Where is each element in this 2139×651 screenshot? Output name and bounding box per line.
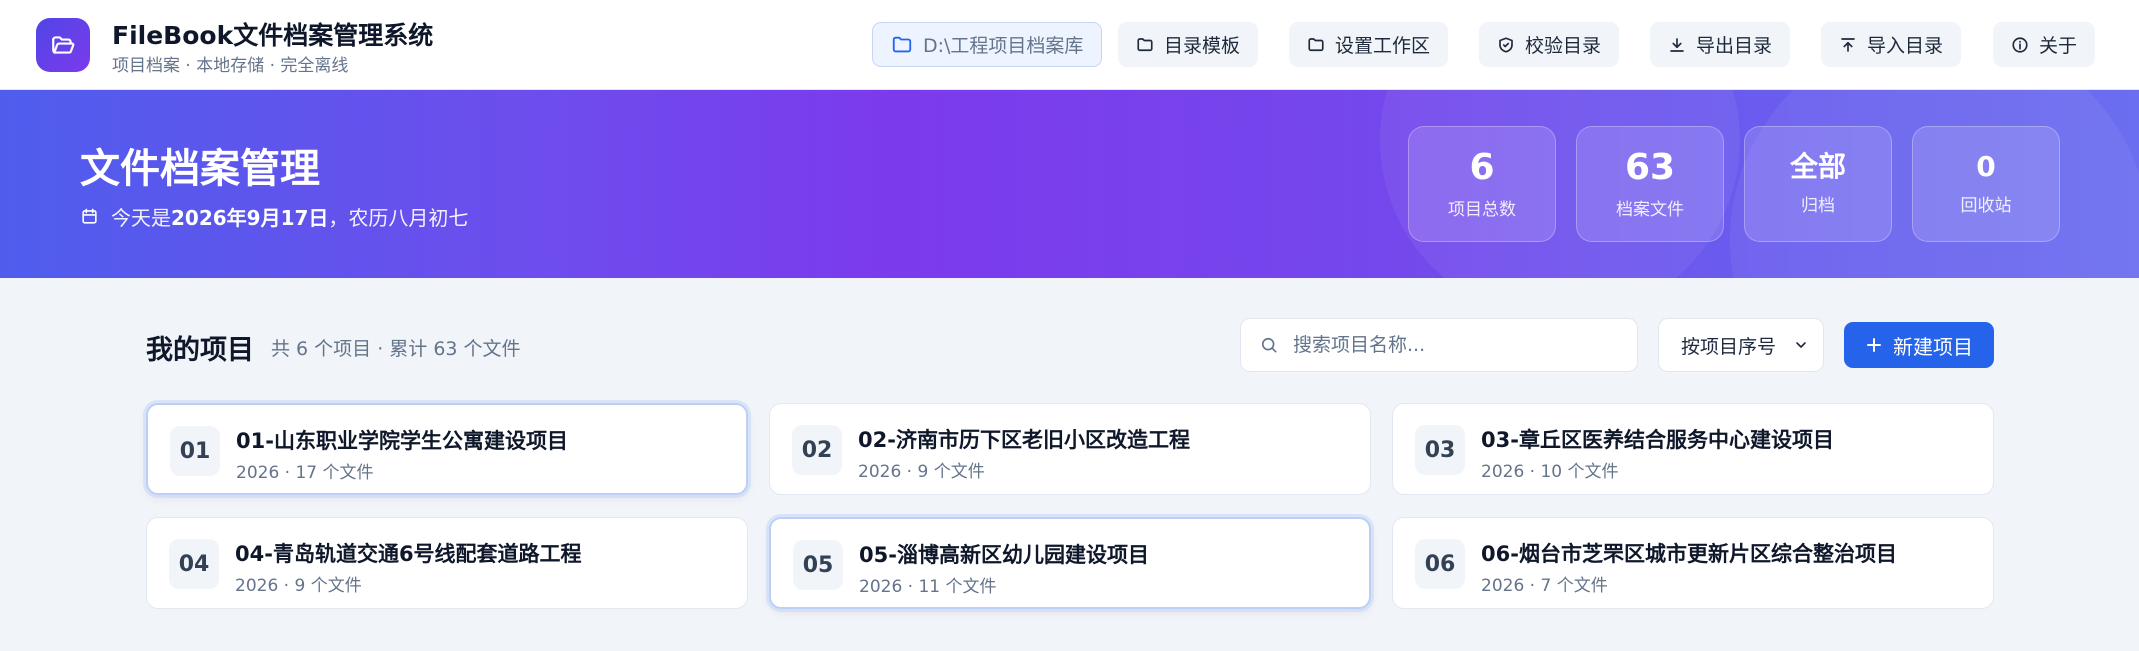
- new-project-button[interactable]: 新建项目: [1844, 322, 1994, 368]
- section-title: 我的项目: [146, 335, 254, 366]
- project-meta: 2026 · 9 个文件: [235, 576, 362, 596]
- stat-project-count: 6 项目总数: [1408, 126, 1556, 242]
- stat-recycle-bin[interactable]: 0 回收站: [1912, 126, 2060, 242]
- date-prefix: 今天是: [111, 206, 171, 230]
- project-meta: 2026 · 7 个文件: [1481, 576, 1608, 596]
- project-name: 05-淄博高新区幼儿园建设项目: [859, 543, 1149, 567]
- project-meta: 2026 · 17 个文件: [236, 463, 374, 483]
- import-directory-button[interactable]: 导入目录: [1821, 22, 1962, 67]
- folder-icon: [1308, 37, 1324, 51]
- project-card[interactable]: 03 03-章丘区医养结合服务中心建设项目 2026 · 10 个文件: [1392, 403, 1994, 495]
- verify-directory-button[interactable]: 校验目录: [1479, 22, 1620, 67]
- directory-template-label: 目录模板: [1164, 35, 1241, 57]
- project-card[interactable]: 04 04-青岛轨道交通6号线配套道路工程 2026 · 9 个文件: [146, 517, 748, 609]
- project-card[interactable]: 01 01-山东职业学院学生公寓建设项目 2026 · 17 个文件: [146, 403, 748, 495]
- project-number: 04: [169, 539, 219, 589]
- lunar-date: ，农历八月初七: [328, 206, 469, 230]
- about-button[interactable]: 关于: [1993, 22, 2096, 67]
- verify-directory-label: 校验目录: [1525, 35, 1602, 57]
- project-name: 03-章丘区医养结合服务中心建设项目: [1481, 428, 1834, 452]
- project-name: 06-烟台市芝罘区城市更新片区综合整治项目: [1481, 542, 1897, 566]
- project-number: 02: [792, 425, 842, 475]
- project-number: 05: [793, 540, 843, 590]
- set-workspace-label: 设置工作区: [1335, 35, 1431, 57]
- stat-label: 归档: [1801, 195, 1835, 216]
- export-directory-label: 导出目录: [1696, 35, 1773, 57]
- project-card[interactable]: 02 02-济南市历下区老旧小区改造工程 2026 · 9 个文件: [769, 403, 1371, 495]
- hero-date: 今天是2026年9月17日，农历八月初七: [80, 202, 468, 231]
- plus-icon: [1867, 338, 1881, 352]
- hero-title: 文件档案管理: [80, 146, 320, 192]
- new-project-label: 新建项目: [1893, 334, 1973, 359]
- project-name: 01-山东职业学院学生公寓建设项目: [236, 429, 568, 453]
- chevron-down-icon: [1796, 342, 1806, 348]
- current-date: 2026年9月17日: [171, 206, 329, 230]
- sort-selected-label: 按项目序号: [1681, 335, 1777, 358]
- project-meta: 2026 · 10 个文件: [1481, 462, 1619, 482]
- calendar-icon: [82, 208, 97, 224]
- folder-icon: [892, 36, 912, 52]
- set-workspace-button[interactable]: 设置工作区: [1289, 22, 1449, 67]
- section-meta: 共 6 个项目 · 累计 63 个文件: [271, 338, 521, 360]
- stat-value: 全部: [1789, 150, 1846, 184]
- stat-value: 6: [1469, 146, 1495, 188]
- project-card[interactable]: 05 05-淄博高新区幼儿园建设项目 2026 · 11 个文件: [769, 517, 1371, 609]
- folder-icon: [1137, 37, 1153, 51]
- stat-label: 档案文件: [1616, 200, 1684, 221]
- workspace-path-button[interactable]: D:\工程项目档案库: [872, 22, 1103, 67]
- project-search[interactable]: [1240, 318, 1638, 372]
- stat-file-count: 63 档案文件: [1576, 126, 1724, 242]
- project-meta: 2026 · 11 个文件: [859, 577, 997, 597]
- folder-open-icon: [52, 36, 75, 54]
- app-header: FileBook文件档案管理系统 项目档案 · 本地存储 · 完全离线 D:\工…: [0, 0, 2139, 90]
- app-subtitle: 项目档案 · 本地存储 · 完全离线: [112, 56, 349, 76]
- shield-check-icon: [1499, 36, 1513, 53]
- workspace-path-label: D:\工程项目档案库: [923, 35, 1084, 57]
- stat-value: 0: [1976, 150, 1996, 184]
- app-logo: [36, 18, 90, 72]
- project-number: 01: [170, 426, 220, 476]
- about-label: 关于: [2039, 35, 2078, 57]
- sort-select[interactable]: 按项目序号: [1658, 318, 1824, 372]
- project-meta: 2026 · 9 个文件: [858, 462, 985, 482]
- export-directory-button[interactable]: 导出目录: [1650, 22, 1791, 67]
- stat-label: 项目总数: [1448, 200, 1516, 221]
- download-icon: [1670, 37, 1684, 52]
- search-icon: [1261, 337, 1277, 353]
- stat-value: 63: [1624, 146, 1676, 188]
- project-name: 04-青岛轨道交通6号线配套道路工程: [235, 542, 582, 566]
- project-number: 06: [1415, 539, 1465, 589]
- hero-banner: 文件档案管理 今天是2026年9月17日，农历八月初七 6 项目总数 63 档案…: [0, 90, 2139, 278]
- project-number: 03: [1415, 425, 1465, 475]
- app-title: FileBook文件档案管理系统: [112, 21, 434, 50]
- project-card[interactable]: 06 06-烟台市芝罘区城市更新片区综合整治项目 2026 · 7 个文件: [1392, 517, 1994, 609]
- info-icon: [2012, 36, 2028, 53]
- stat-archived: 全部 归档: [1744, 126, 1892, 242]
- stat-label: 回收站: [1960, 195, 2012, 216]
- upload-icon: [1841, 37, 1855, 52]
- search-input[interactable]: [1293, 334, 1613, 356]
- import-directory-label: 导入目录: [1867, 35, 1944, 57]
- directory-template-button[interactable]: 目录模板: [1118, 22, 1259, 67]
- project-name: 02-济南市历下区老旧小区改造工程: [858, 428, 1190, 452]
